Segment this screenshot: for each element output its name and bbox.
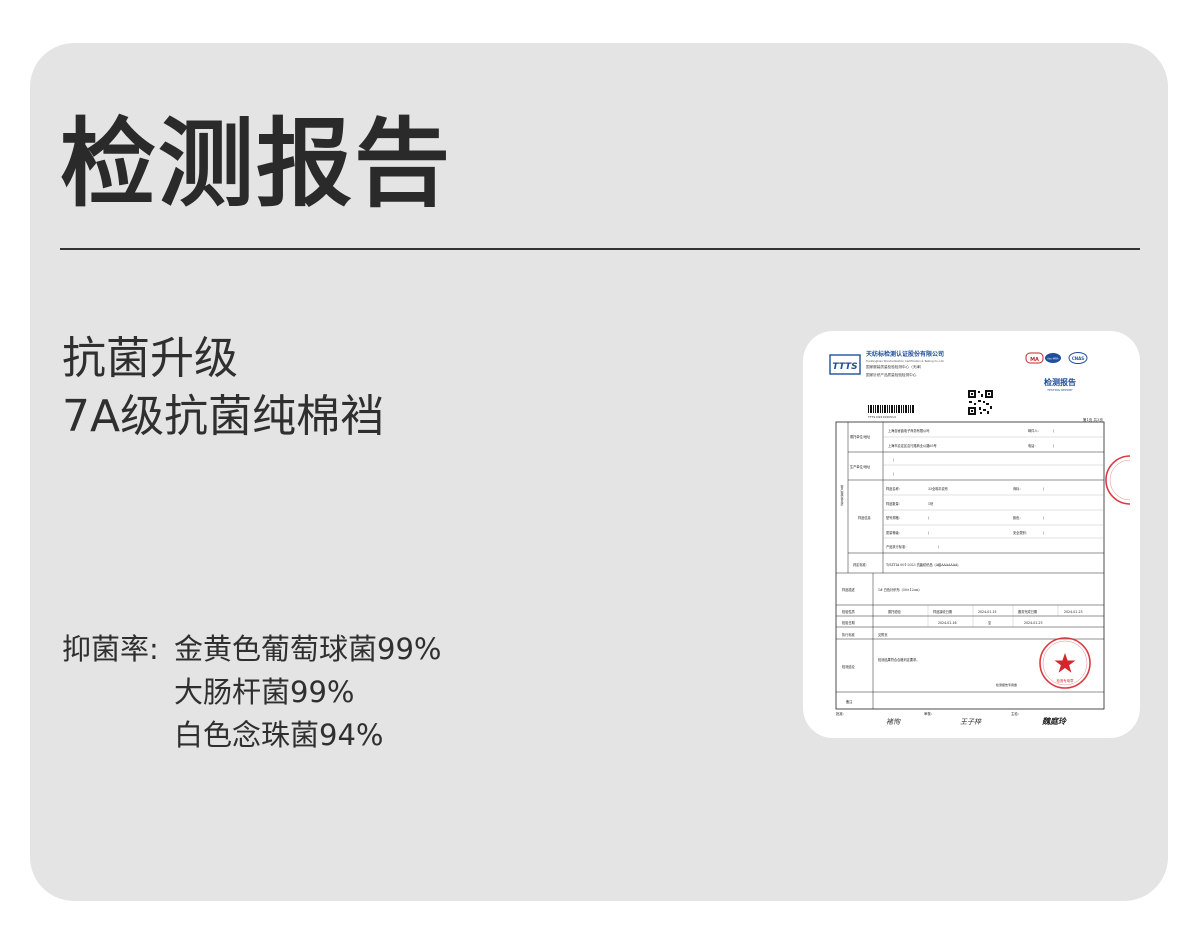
color-value: / xyxy=(1043,516,1045,520)
rate-item: 金黄色葡萄球菌99% xyxy=(174,632,442,666)
producer-address: / xyxy=(893,472,895,476)
center-name-1: 国家服装质量检验检测中心（天津） xyxy=(866,364,924,369)
side-label: 客户提供信息栏 xyxy=(840,484,844,507)
client-phone-value: / xyxy=(1053,444,1055,448)
review-label: 审核： xyxy=(924,711,934,716)
approve-label: 批准： xyxy=(836,711,846,716)
feature-text: 抗菌升级 7A级抗菌纯棉裆 xyxy=(62,330,384,446)
exec-standard-label: 产品执行标准： xyxy=(886,544,908,549)
sample-desc-label: 样品描述 xyxy=(842,587,856,592)
client-label: 委托单位/地址 xyxy=(850,434,871,439)
company-name: 天纺标检测认证股份有限公司 xyxy=(866,350,944,358)
receive-date-value: 2024-01-15 xyxy=(978,610,997,614)
barcode-icon xyxy=(868,405,914,413)
client-address: 上海市嘉定区嘉行路商业公路65号 xyxy=(888,443,937,448)
check-date-end: 2024-01-23 xyxy=(1024,621,1043,625)
test-report-image: TTTS 天纺标检测认证股份有限公司 Tianfangbiao Standard… xyxy=(828,345,1130,733)
report-title: 检测报告 xyxy=(1044,377,1076,387)
judge-standard-value: T/SZTIA 001-2023 抗菌纺织品（A级AAAAAAA） xyxy=(886,562,961,567)
sample-name-label: 样品名称： xyxy=(886,486,902,491)
color-label: 颜色： xyxy=(1013,515,1023,520)
sample-qty-label: 样品数量： xyxy=(886,501,902,506)
chief-signature: 魏庭玲 xyxy=(1041,716,1068,726)
rate-item: 白色念珠菌94% xyxy=(174,718,384,752)
sample-info-label: 样品信息 xyxy=(858,515,871,520)
approve-signature: 褚恂 xyxy=(886,718,901,726)
report-title-en: TESTING REPORT xyxy=(1046,388,1073,392)
producer-label: 生产单位/地址 xyxy=(850,464,871,469)
page-number: 第1页 共3页 xyxy=(1083,417,1103,422)
sample-name-value: 33全棉平纹布 xyxy=(928,486,948,491)
judge-standard-label: 判定标准： xyxy=(853,562,869,567)
rate-row: 大肠杆菌99% xyxy=(62,671,441,714)
client-contact-value: / xyxy=(1053,429,1055,433)
check-type-value: 委托检验 xyxy=(888,609,902,614)
rate-item: 大肠杆菌99% xyxy=(174,675,355,709)
chief-label: 主检： xyxy=(1011,711,1021,716)
conclusion-label: 检测结论 xyxy=(842,664,856,669)
company-name-en: Tianfangbiao Standardization Certificati… xyxy=(866,359,944,363)
check-date-to: 至 xyxy=(988,621,992,625)
title-divider xyxy=(60,248,1140,250)
sample-qty-value: 1块 xyxy=(928,501,934,506)
center-name-2: 国家针织产品质量检验检测中心 xyxy=(866,372,917,377)
stamp-sub-text: 检测专用章 xyxy=(1057,678,1075,683)
feature-line-1: 抗菌升级 xyxy=(62,333,238,384)
grade-value: / xyxy=(928,531,930,535)
page-title: 检测报告 xyxy=(60,108,452,220)
exec-label: 执行标准 xyxy=(842,632,856,637)
cert-mark-text: ilac-MRA xyxy=(1047,357,1058,361)
model-value: / xyxy=(928,516,930,520)
official-stamp-icon: 检测专用章 xyxy=(1039,637,1091,689)
qr-code-icon xyxy=(968,390,993,415)
logo-text: TTTS xyxy=(832,362,857,372)
client-name: 上海自睿鑫电子商务有限公司 xyxy=(888,428,929,433)
receive-date-label: 样品接收日期 xyxy=(933,609,952,614)
safety-value: / xyxy=(1043,531,1045,535)
rate-row: 抑菌率: 金黄色葡萄球菌99% xyxy=(62,628,441,671)
rates-label: 抑菌率: xyxy=(62,632,159,666)
model-label: 型号规格： xyxy=(886,515,902,520)
grade-label: 质量等级： xyxy=(886,530,902,535)
check-type-label: 检验性质 xyxy=(842,609,856,614)
edge-stamp-icon xyxy=(1105,455,1130,505)
cert-mark-text: MA xyxy=(1030,357,1039,363)
ilac-mark-icon: ilac-MRA xyxy=(1045,353,1061,363)
review-signature: 王子梓 xyxy=(960,718,982,726)
check-date-start: 2024-01-16 xyxy=(938,621,957,625)
stamp-note: 检测报告专用章 xyxy=(996,682,1017,687)
conclusion-value: 检测结果符合合格判定要求。 xyxy=(878,657,919,662)
report-document: TTTS 天纺标检测认证股份有限公司 Tianfangbiao Standard… xyxy=(829,350,1130,726)
client-phone-label: 电话： xyxy=(1028,443,1038,448)
cnas-mark-icon: CNAS xyxy=(1068,352,1088,364)
trademark-value: / xyxy=(1043,487,1045,491)
feature-line-2: 7A级抗菌纯棉裆 xyxy=(62,391,385,442)
service-date-value: 2024-01-23 xyxy=(1064,610,1083,614)
exec-value: 见附页 xyxy=(878,632,888,637)
cma-mark-icon: MA xyxy=(1025,352,1044,364)
check-date-label: 检验日期 xyxy=(842,620,855,625)
client-contact-label: 邮件人： xyxy=(1028,428,1041,433)
rate-row: 白色念珠菌94% xyxy=(62,714,441,757)
service-date-label: 服务完成日期 xyxy=(1018,609,1037,614)
ttts-logo-icon: TTTS xyxy=(829,354,861,375)
cert-mark-text: CNAS xyxy=(1072,356,1084,361)
producer-name: / xyxy=(893,458,895,462)
trademark-label: 商标： xyxy=(1013,486,1023,491)
barcode-number: TTTS-N221090514 xyxy=(867,415,896,419)
antibacterial-rates: 抑菌率: 金黄色葡萄球菌99% 大肠杆菌99% 白色念珠菌94% xyxy=(62,628,441,757)
sample-desc-value: 1# 白色针织布（50×12cm） xyxy=(878,587,922,592)
remark-label: 备注 xyxy=(846,699,853,704)
exec-standard-value: / xyxy=(938,545,940,549)
safety-label: 安全类别： xyxy=(1013,530,1029,535)
